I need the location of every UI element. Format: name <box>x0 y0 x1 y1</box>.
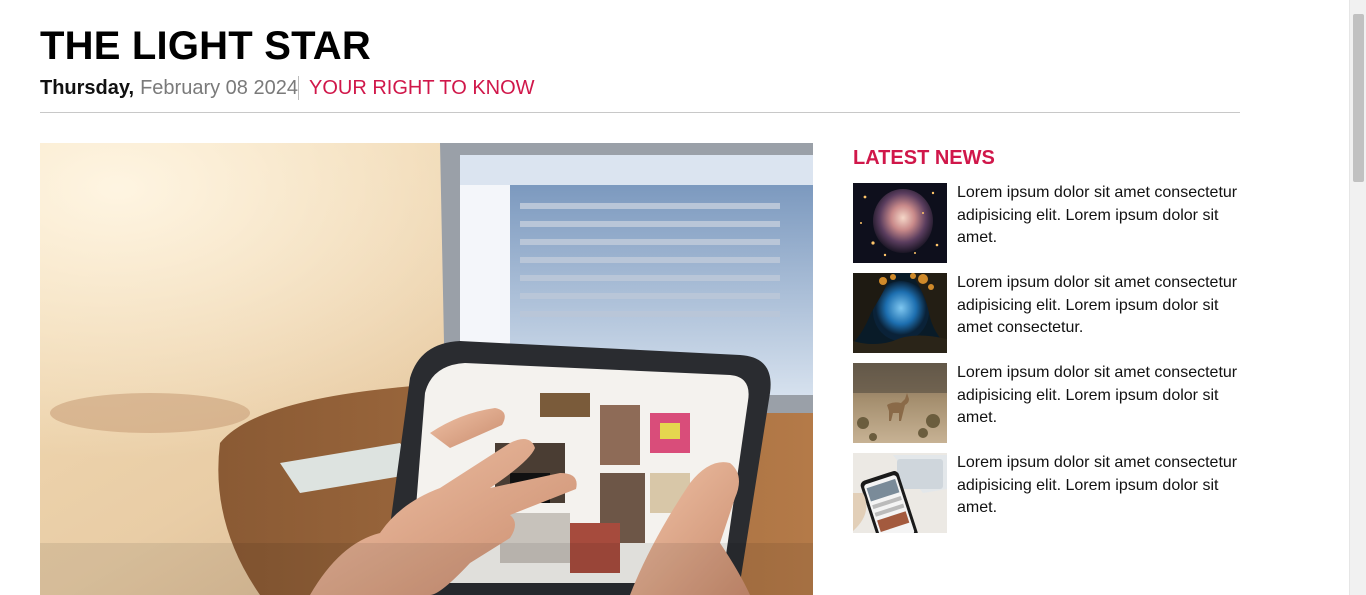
news-item[interactable]: Lorem ipsum dolor sit amet consectetur a… <box>853 183 1243 263</box>
news-item[interactable]: Lorem ipsum dolor sit amet consectetur a… <box>853 363 1243 443</box>
latest-news-sidebar: LATEST NEWS Lorem ipsum dolor sit amet c… <box>853 143 1243 543</box>
news-item[interactable]: Lorem ipsum dolor sit amet consectetur a… <box>853 453 1243 533</box>
nebula-image <box>853 183 947 263</box>
date-label: February 08 2024 <box>140 76 299 100</box>
news-thumbnail[interactable] <box>853 453 947 533</box>
browser-viewport: THE LIGHT STAR Thursday, February 08 202… <box>0 0 1366 595</box>
dateline: Thursday, February 08 2024 YOUR RIGHT TO… <box>40 76 535 100</box>
tagline: YOUR RIGHT TO KNOW <box>308 77 535 99</box>
latest-news-heading: LATEST NEWS <box>853 147 995 169</box>
news-text[interactable]: Lorem ipsum dolor sit amet consectetur a… <box>957 362 1243 443</box>
news-thumbnail[interactable] <box>853 273 947 353</box>
news-thumbnail[interactable] <box>853 183 947 263</box>
news-thumbnail[interactable] <box>853 363 947 443</box>
tablet-laptop-photo <box>40 143 813 595</box>
scrollbar-thumb[interactable] <box>1353 14 1364 182</box>
header-divider <box>40 112 1240 113</box>
hero-image[interactable] <box>40 143 813 595</box>
news-text[interactable]: Lorem ipsum dolor sit amet consectetur a… <box>957 452 1243 533</box>
day-label: Thursday, <box>40 77 135 99</box>
underwater-cave-image <box>853 273 947 353</box>
vertical-scrollbar[interactable] <box>1349 0 1366 595</box>
news-text[interactable]: Lorem ipsum dolor sit amet consectetur a… <box>957 272 1243 353</box>
site-title[interactable]: THE LIGHT STAR <box>40 24 371 68</box>
news-item[interactable]: Lorem ipsum dolor sit amet consectetur a… <box>853 273 1243 353</box>
phones-image <box>853 453 947 533</box>
latest-news-list: Lorem ipsum dolor sit amet consectetur a… <box>853 183 1243 533</box>
news-text[interactable]: Lorem ipsum dolor sit amet consectetur a… <box>957 182 1243 263</box>
deer-image <box>853 363 947 443</box>
